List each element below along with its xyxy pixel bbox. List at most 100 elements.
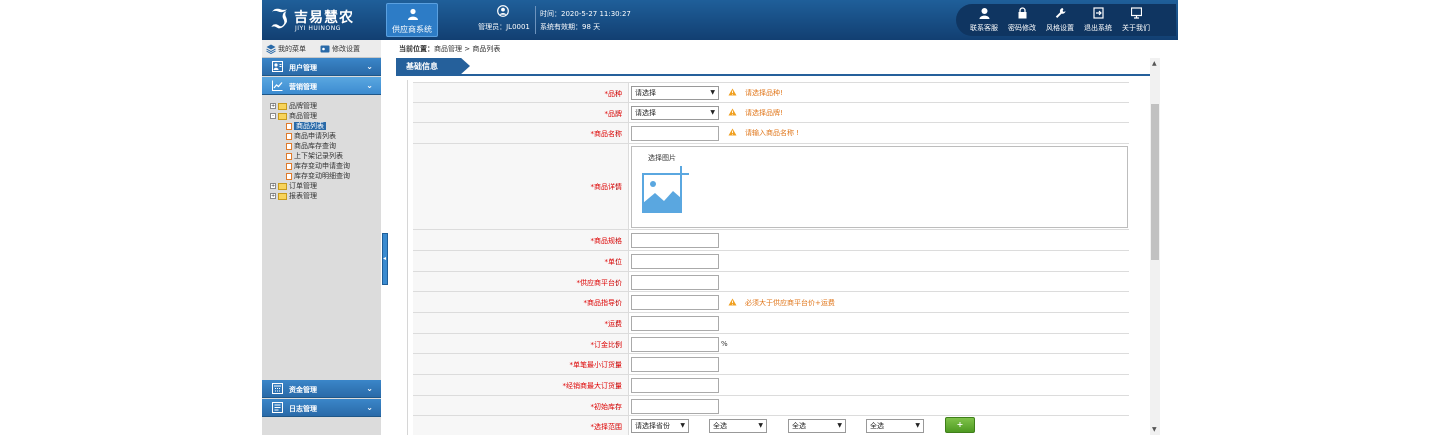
document-icon bbox=[286, 152, 292, 160]
sidebar-section-fund-management[interactable]: 资金管理 ⌄ bbox=[262, 380, 381, 398]
tree-item-product-stock-query[interactable]: 商品库存查询 bbox=[286, 141, 336, 151]
county-select[interactable]: 全选 ▼ bbox=[788, 419, 846, 433]
warning-icon bbox=[728, 108, 737, 116]
tree-item-order-management[interactable]: + 订单管理 bbox=[270, 181, 317, 191]
app-window: ℑ 吉易慧农 JIYI HUINONG 供应商系统 管理员：JL0001 时间：… bbox=[262, 0, 1178, 435]
brand-select[interactable]: 请选择 ▼ bbox=[631, 106, 719, 120]
expand-icon[interactable]: + bbox=[270, 183, 276, 189]
sidebar-section-label: 用户管理 bbox=[289, 64, 317, 72]
dropdown-arrow-icon: ▼ bbox=[758, 422, 763, 429]
chevron-down-icon: ⌄ bbox=[366, 62, 373, 71]
variety-select[interactable]: 请选择 ▼ bbox=[631, 86, 719, 100]
tree-item-report-management[interactable]: + 报表管理 bbox=[270, 191, 317, 201]
expand-icon[interactable]: + bbox=[270, 103, 276, 109]
contact-support-button[interactable]: 联系客服 bbox=[966, 7, 1002, 35]
form-row-unit: *单位： bbox=[413, 250, 1129, 271]
section-title-tab: 基础信息 bbox=[396, 58, 470, 74]
main-content: 当前位置：商品管理 > 商品列表 基础信息 ▲ ▼ *品种： 请选择 ▼ 请选择品… bbox=[390, 40, 1178, 435]
town-select[interactable]: 全选 ▼ bbox=[866, 419, 924, 433]
dropdown-arrow-icon: ▼ bbox=[680, 422, 685, 429]
product-name-input[interactable] bbox=[631, 126, 719, 141]
dropdown-arrow-icon: ▼ bbox=[710, 89, 715, 96]
image-upload-area[interactable]: 选择图片 bbox=[631, 146, 1128, 228]
supplier-price-input[interactable] bbox=[631, 275, 719, 290]
current-time: 时间：2020-5-27 11:30:27 bbox=[540, 10, 631, 18]
form-row-product-detail: *商品详情： 选择图片 bbox=[413, 143, 1129, 229]
tree-item-product-list[interactable]: 商品列表 bbox=[286, 121, 326, 131]
initial-stock-input[interactable] bbox=[631, 399, 719, 414]
exit-icon bbox=[1093, 7, 1104, 19]
form-row-deposit-ratio: *订金比例： % bbox=[413, 333, 1129, 353]
time-info: 时间：2020-5-27 11:30:27 系统有效期：98 天 bbox=[540, 8, 631, 34]
unit-input[interactable] bbox=[631, 254, 719, 269]
city-select[interactable]: 全选 ▼ bbox=[709, 419, 767, 433]
variety-warning: 请选择品种! bbox=[728, 88, 783, 98]
logo-mark-icon: ℑ bbox=[270, 5, 289, 35]
min-order-input[interactable] bbox=[631, 357, 719, 372]
tree-item-product-management[interactable]: - 商品管理 bbox=[270, 111, 317, 121]
max-order-input[interactable] bbox=[631, 378, 719, 393]
expand-icon[interactable]: + bbox=[270, 193, 276, 199]
scrollbar-thumb[interactable] bbox=[1151, 104, 1159, 260]
product-name-warning: 请输入商品名称 ! bbox=[728, 128, 799, 138]
modify-settings-link[interactable]: 修改设置 bbox=[332, 44, 360, 54]
style-settings-button[interactable]: 风格设置 bbox=[1042, 7, 1078, 35]
folder-icon bbox=[278, 182, 287, 190]
document-icon bbox=[286, 142, 292, 150]
logo-subtitle: JIYI HUINONG bbox=[295, 25, 341, 32]
chevron-down-icon: ⌄ bbox=[366, 403, 373, 412]
supplier-system-tab[interactable]: 供应商系统 bbox=[386, 3, 438, 37]
tree-item-stock-change-application-query[interactable]: 库存变动申请查询 bbox=[286, 161, 350, 171]
logout-button[interactable]: 退出系统 bbox=[1080, 7, 1116, 35]
spec-input[interactable] bbox=[631, 233, 719, 248]
about-us-button[interactable]: 关于我们 bbox=[1118, 7, 1154, 35]
chevron-down-icon: ⌄ bbox=[366, 384, 373, 393]
logo: ℑ 吉易慧农 JIYI HUINONG bbox=[270, 4, 380, 36]
vertical-scrollbar[interactable]: ▲ ▼ bbox=[1150, 58, 1160, 435]
wrench-icon bbox=[1055, 8, 1066, 18]
province-select[interactable]: 请选择省份 ▼ bbox=[631, 419, 689, 433]
settings-card-icon bbox=[320, 45, 330, 53]
tree-item-product-application-list[interactable]: 商品申请列表 bbox=[286, 131, 336, 141]
document-icon bbox=[286, 132, 292, 140]
scroll-down-icon[interactable]: ▼ bbox=[1152, 426, 1157, 433]
sidebar-section-marketing-management[interactable]: 营销管理 ⌄ bbox=[262, 77, 381, 95]
document-icon bbox=[286, 122, 292, 130]
top-header: ℑ 吉易慧农 JIYI HUINONG 供应商系统 管理员：JL0001 时间：… bbox=[262, 0, 1178, 40]
change-password-button[interactable]: 密码修改 bbox=[1004, 7, 1040, 35]
logo-name: 吉易慧农 bbox=[294, 10, 354, 26]
document-icon bbox=[286, 172, 292, 180]
my-menu-link[interactable]: 我的菜单 bbox=[278, 44, 306, 54]
sidebar-section-user-management[interactable]: 用户管理 ⌄ bbox=[262, 58, 381, 76]
brand-warning: 请选择品牌! bbox=[728, 108, 783, 118]
tree-item-shelf-record-list[interactable]: 上下架记录列表 bbox=[286, 151, 343, 161]
form-row-range: *选择范围： 请选择省份 ▼ 全选 ▼ 全选 ▼ 全选 ▼ + bbox=[413, 415, 1129, 435]
form-row-spec: *商品规格： bbox=[413, 229, 1129, 250]
chevron-down-icon: ⌄ bbox=[366, 81, 373, 90]
line-chart-icon bbox=[272, 80, 283, 91]
breadcrumb-prefix: 当前位置： bbox=[399, 45, 434, 53]
collapse-icon[interactable]: - bbox=[270, 113, 276, 119]
scroll-up-icon[interactable]: ▲ bbox=[1152, 60, 1157, 67]
tree-item-brand-management[interactable]: + 品牌管理 bbox=[270, 101, 317, 111]
headset-icon bbox=[979, 8, 990, 19]
sidebar-collapse-handle[interactable]: ◂ bbox=[382, 233, 388, 285]
sidebar-section-label: 营销管理 bbox=[289, 83, 317, 91]
section-divider bbox=[396, 74, 1154, 76]
log-list-icon bbox=[272, 402, 283, 413]
deposit-ratio-input[interactable] bbox=[631, 337, 719, 352]
monitor-icon bbox=[1131, 7, 1142, 19]
form-row-initial-stock: *初始库存： bbox=[413, 395, 1129, 415]
tree-item-stock-change-detail-query[interactable]: 库存变动明细查询 bbox=[286, 171, 350, 181]
lock-icon bbox=[1018, 7, 1027, 19]
form-row-product-name: *商品名称： 请输入商品名称 ! bbox=[413, 122, 1129, 143]
sidebar-section-log-management[interactable]: 日志管理 ⌄ bbox=[262, 399, 381, 417]
warning-icon bbox=[728, 298, 737, 306]
guide-price-input[interactable] bbox=[631, 295, 719, 310]
dropdown-arrow-icon: ▼ bbox=[710, 109, 715, 116]
dropdown-arrow-icon: ▼ bbox=[915, 422, 920, 429]
add-image-icon[interactable] bbox=[641, 165, 691, 215]
freight-input[interactable] bbox=[631, 316, 719, 331]
users-icon bbox=[272, 61, 283, 72]
add-range-button[interactable]: + bbox=[945, 417, 975, 433]
